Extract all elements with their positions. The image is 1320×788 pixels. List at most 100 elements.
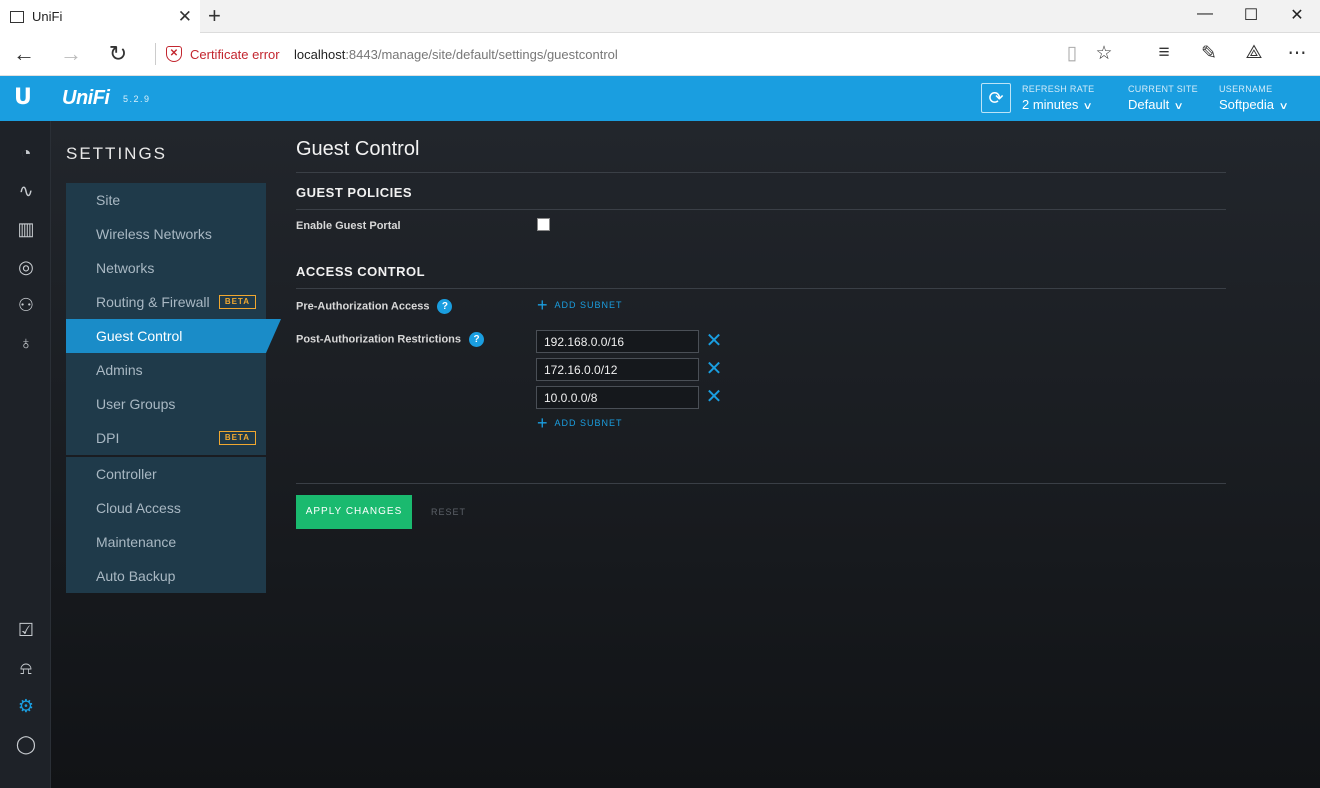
settings-title: SETTINGS <box>66 144 168 163</box>
menu-item-auto-backup[interactable]: Auto Backup <box>66 559 266 593</box>
username-label: USERNAME <box>1219 84 1273 94</box>
refresh-icon[interactable]: ⟳ <box>981 83 1011 113</box>
subnet-input-1[interactable] <box>536 330 699 353</box>
divider <box>155 43 156 65</box>
menu-item-label: Routing & Firewall <box>96 294 210 310</box>
tab-close-icon[interactable]: ✕ <box>178 7 192 27</box>
new-tab-button[interactable]: + <box>208 3 221 29</box>
menu-item-routing-firewall[interactable]: Routing & Firewall BETA <box>66 285 266 319</box>
beta-badge: BETA <box>218 295 256 309</box>
pre-authorization-text: Pre-Authorization Access <box>296 300 430 313</box>
remove-subnet-icon[interactable]: ✕ <box>705 359 723 379</box>
username-dropdown[interactable]: USERNAME Softpedia ∨ <box>1219 84 1289 112</box>
subnet-input-3[interactable] <box>536 386 699 409</box>
back-button[interactable]: ← <box>10 41 38 67</box>
url-field[interactable]: localhost:8443/manage/site/default/setti… <box>294 47 618 62</box>
settings-icon[interactable]: ⚙ <box>13 693 39 719</box>
menu-item-label: Cloud Access <box>96 500 181 516</box>
current-site-dropdown[interactable]: CURRENT SITE Default ∨ <box>1128 84 1198 112</box>
enable-guest-portal-label: Enable Guest Portal <box>296 220 401 232</box>
map-icon[interactable]: ▥ <box>13 216 39 242</box>
ubiquiti-logo[interactable]: U <box>14 86 38 110</box>
menu-item-label: DPI <box>96 430 120 446</box>
menu-item-admins[interactable]: Admins <box>66 353 266 387</box>
remove-subnet-icon[interactable]: ✕ <box>705 387 723 407</box>
menu-item-dpi[interactable]: DPI BETA <box>66 421 266 455</box>
subnet-input-2[interactable] <box>536 358 699 381</box>
browser-tab[interactable]: UniFi ✕ <box>0 0 200 33</box>
plus-icon: + <box>537 413 549 433</box>
unifi-logo[interactable]: UniFi <box>62 87 110 110</box>
divider <box>296 483 1226 484</box>
menu-item-label: Controller <box>96 466 157 482</box>
menu-item-label: Guest Control <box>96 328 183 344</box>
certificate-error-indicator[interactable]: ✕ Certificate error <box>166 46 280 62</box>
menu-item-guest-control[interactable]: Guest Control <box>66 319 266 353</box>
insights-icon[interactable]: ♁ <box>13 330 39 356</box>
menu-item-controller[interactable]: Controller <box>66 457 266 491</box>
guest-policies-heading: GUEST POLICIES <box>296 185 413 200</box>
add-subnet-post-button[interactable]: + ADD SUBNET <box>537 413 623 433</box>
clients-icon[interactable]: ⚇ <box>13 292 39 318</box>
browser-titlebar: UniFi ✕ + — ☐ ✕ <box>0 0 1320 33</box>
menu-item-maintenance[interactable]: Maintenance <box>66 525 266 559</box>
icon-rail: ◔ ∿ ▥ ◎ ⚇ ♁ ☑ ⍾ ⚙ ◯ <box>0 121 51 788</box>
refresh-rate-value: 2 minutes <box>1022 97 1079 112</box>
close-window-button[interactable]: ✕ <box>1282 5 1312 25</box>
add-subnet-pre-button[interactable]: + ADD SUBNET <box>537 295 623 315</box>
url-host: localhost <box>294 47 346 62</box>
certificate-error-label: Certificate error <box>190 46 280 62</box>
address-bar: ← → ↻ ✕ Certificate error localhost:8443… <box>0 33 1320 76</box>
menu-item-label: Maintenance <box>96 534 177 550</box>
favorite-star-icon[interactable]: ☆ <box>1090 42 1118 65</box>
dashboard-icon[interactable]: ◔ <box>13 140 39 166</box>
refresh-rate-dropdown[interactable]: REFRESH RATE 2 minutes ∨ <box>1022 84 1094 112</box>
username-value: Softpedia <box>1219 97 1274 112</box>
settings-menu-controller: Controller Cloud Access Maintenance Auto… <box>66 457 266 593</box>
minimize-button[interactable]: — <box>1190 5 1220 23</box>
plus-icon: + <box>537 295 549 315</box>
menu-item-label: Networks <box>96 260 155 276</box>
menu-item-label: User Groups <box>96 396 176 412</box>
web-note-icon[interactable]: ✎ <box>1195 42 1223 65</box>
page-title: Guest Control <box>296 138 420 160</box>
menu-item-networks[interactable]: Networks <box>66 251 266 285</box>
menu-item-label: Site <box>96 192 121 208</box>
post-authorization-label: Post-Authorization Restrictions? <box>296 332 485 347</box>
statistics-icon[interactable]: ∿ <box>13 178 39 204</box>
remove-subnet-icon[interactable]: ✕ <box>705 331 723 351</box>
menu-item-cloud-access[interactable]: Cloud Access <box>66 491 266 525</box>
hub-icon[interactable]: ≡ <box>1150 42 1178 64</box>
enable-guest-portal-checkbox[interactable] <box>537 218 550 231</box>
maximize-button[interactable]: ☐ <box>1236 5 1266 25</box>
help-icon[interactable]: ? <box>469 332 485 347</box>
menu-item-user-groups[interactable]: User Groups <box>66 387 266 421</box>
chat-icon[interactable]: ◯ <box>13 731 39 757</box>
access-control-heading: ACCESS CONTROL <box>296 264 426 279</box>
devices-icon[interactable]: ◎ <box>13 254 39 280</box>
alerts-icon[interactable]: ⍾ <box>13 655 39 681</box>
tab-title: UniFi <box>32 9 63 24</box>
menu-item-wireless-networks[interactable]: Wireless Networks <box>66 217 266 251</box>
reset-button[interactable]: RESET <box>431 495 466 529</box>
divider <box>296 209 1226 210</box>
reading-view-icon[interactable]: ▯ <box>1058 42 1086 65</box>
url-path: :8443/manage/site/default/settings/guest… <box>345 47 618 62</box>
divider <box>296 172 1226 173</box>
refresh-button[interactable]: ↻ <box>104 41 132 67</box>
shield-warning-icon: ✕ <box>166 46 182 62</box>
refresh-rate-label: REFRESH RATE <box>1022 84 1095 94</box>
chevron-down-icon: ∨ <box>1278 101 1289 112</box>
share-icon[interactable]: ⟁ <box>1240 42 1268 64</box>
version-label: 5.2.9 <box>123 94 151 104</box>
more-icon[interactable]: ⋯ <box>1283 42 1311 65</box>
menu-item-site[interactable]: Site <box>66 183 266 217</box>
app-header: U UniFi 5.2.9 ⟳ REFRESH RATE 2 minutes ∨ … <box>0 76 1320 121</box>
apply-changes-button[interactable]: APPLY CHANGES <box>296 495 412 529</box>
menu-item-label: Auto Backup <box>96 568 176 584</box>
forward-button[interactable]: → <box>57 41 85 67</box>
current-site-label: CURRENT SITE <box>1128 84 1198 94</box>
help-icon[interactable]: ? <box>437 299 453 314</box>
menu-item-label: Wireless Networks <box>96 226 212 242</box>
events-icon[interactable]: ☑ <box>13 617 39 643</box>
